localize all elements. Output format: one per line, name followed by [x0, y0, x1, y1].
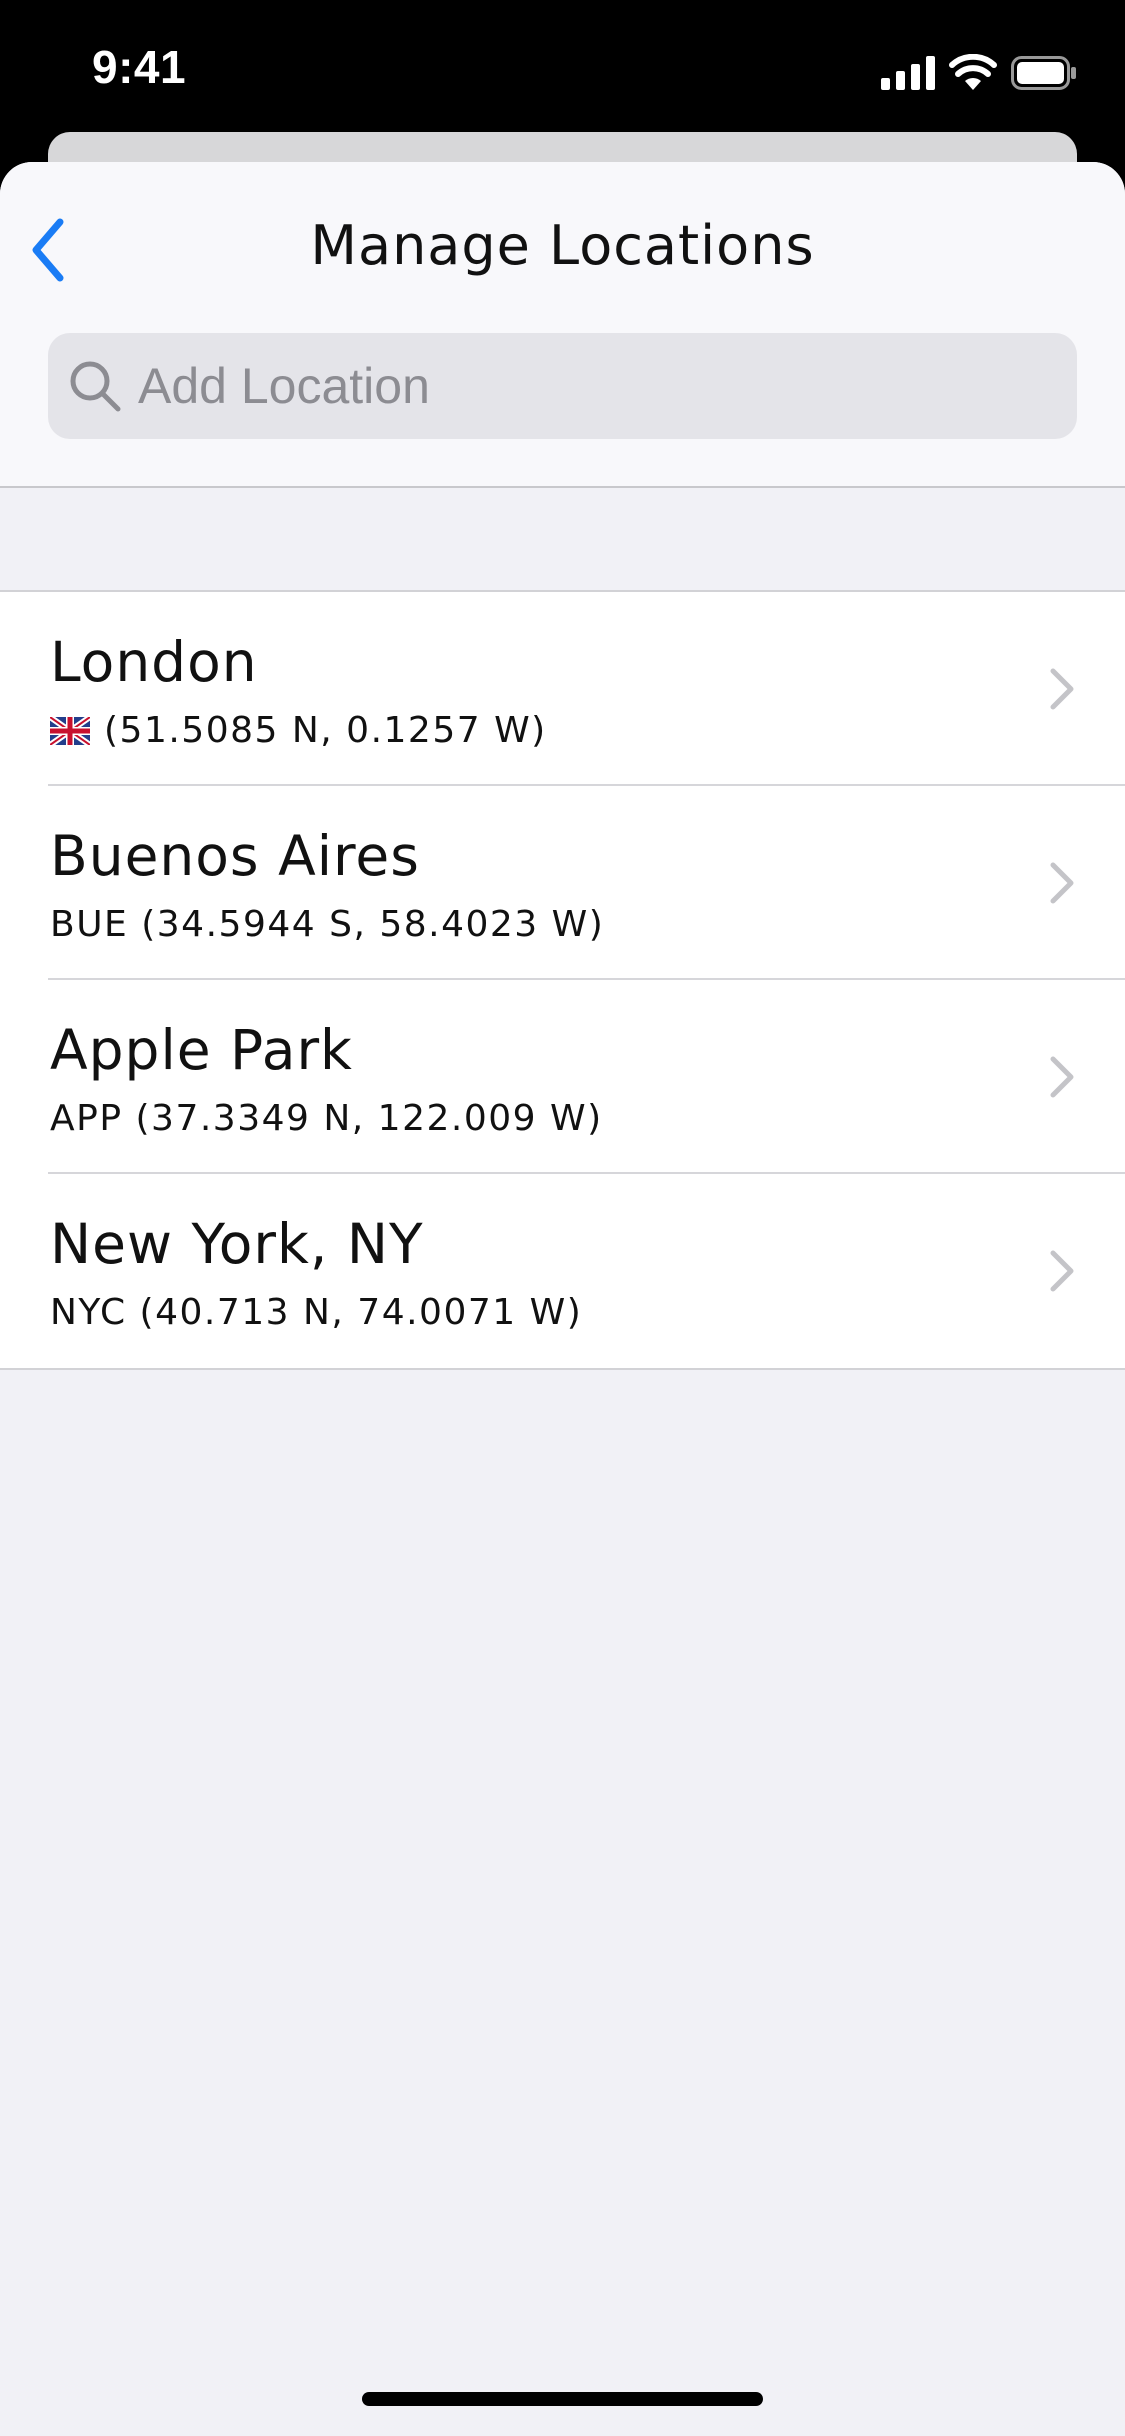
manage-locations-sheet: Manage Locations London	[0, 162, 1125, 2436]
chevron-right-icon	[1050, 1056, 1074, 1098]
battery-icon	[1011, 56, 1076, 90]
location-row-london[interactable]: London (51.5085 N, 0.1257 W)	[0, 592, 1125, 786]
location-detail: NYC (40.713 N, 74.0071 W)	[50, 1292, 583, 1333]
location-detail: BUE (34.5944 S, 58.4023 W)	[50, 904, 605, 945]
signal-icon	[881, 56, 935, 90]
chevron-right-icon	[1050, 1250, 1074, 1292]
chevron-right-icon	[1050, 862, 1074, 904]
location-name: Apple Park	[50, 1018, 353, 1082]
location-row-buenos-aires[interactable]: Buenos Aires BUE (34.5944 S, 58.4023 W)	[0, 786, 1125, 980]
status-bar: 9:41	[0, 0, 1125, 132]
chevron-right-icon	[1050, 668, 1074, 710]
home-indicator[interactable]	[362, 2392, 763, 2406]
navigation-header: Manage Locations	[0, 162, 1125, 488]
page-title: Manage Locations	[310, 214, 815, 277]
status-time: 9:41	[92, 41, 187, 93]
wifi-icon	[949, 54, 997, 90]
uk-flag-icon	[50, 716, 90, 745]
location-name: New York, NY	[50, 1212, 424, 1276]
location-row-new-york[interactable]: New York, NY NYC (40.713 N, 74.0071 W)	[0, 1174, 1125, 1368]
locations-list: London (51.5085 N, 0.1257 W) Buenos Aire…	[0, 590, 1125, 1370]
location-detail-row: (51.5085 N, 0.1257 W)	[50, 710, 547, 751]
add-location-input[interactable]	[138, 333, 1038, 439]
location-detail: (51.5085 N, 0.1257 W)	[104, 710, 547, 751]
location-name: London	[50, 630, 258, 694]
status-icons	[881, 50, 1077, 90]
location-detail: APP (37.3349 N, 122.009 W)	[50, 1098, 603, 1139]
search-field[interactable]	[48, 333, 1077, 439]
search-icon	[70, 361, 121, 412]
location-name: Buenos Aires	[50, 824, 420, 888]
location-row-apple-park[interactable]: Apple Park APP (37.3349 N, 122.009 W)	[0, 980, 1125, 1174]
